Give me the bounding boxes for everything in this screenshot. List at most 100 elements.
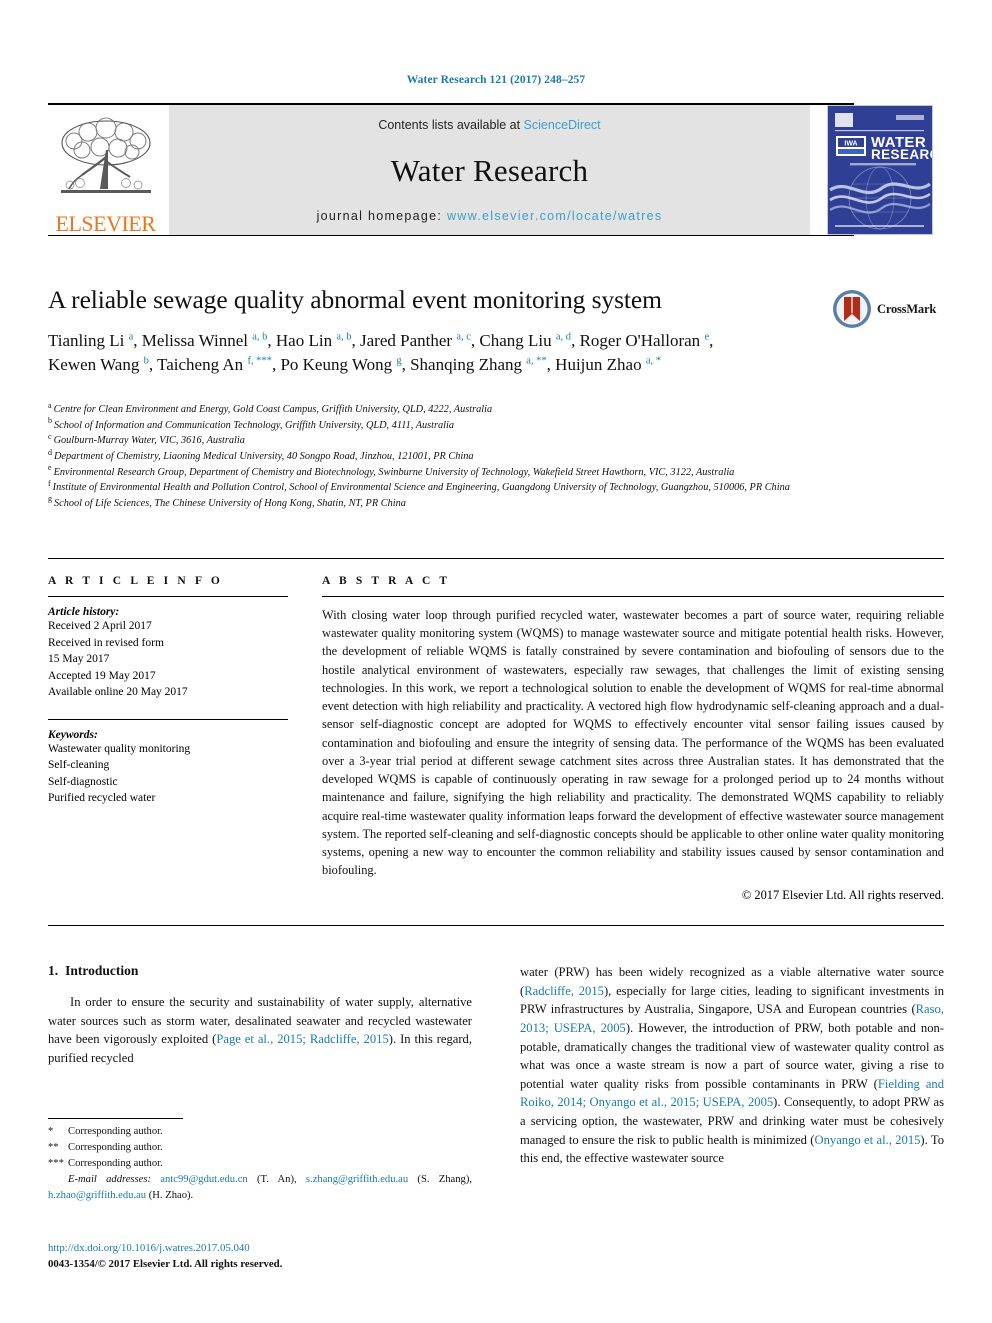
masthead-bottom-rule	[48, 235, 854, 236]
sciencedirect-link[interactable]: ScienceDirect	[524, 118, 601, 132]
affiliation-marker: e	[48, 463, 52, 473]
contents-available-prefix: Contents lists available at	[378, 118, 524, 132]
author-name: Melissa Winnel	[141, 331, 253, 351]
footnote-block: * Corresponding author. ** Corresponding au…	[48, 1124, 472, 1203]
page-title: A reliable sewage quality abnormal event…	[48, 285, 662, 314]
footnote-marker: **	[48, 1141, 59, 1153]
author-name: Taicheng An	[157, 355, 248, 375]
article-history-item: 15 May 2017	[48, 653, 110, 666]
email-address-link[interactable]: antc99@gdut.edu.cn	[160, 1174, 247, 1185]
journal-masthead: ELSEVIER Contents lists available at Sci…	[48, 103, 944, 236]
email-address-link[interactable]: h.zhao@griffith.edu.au	[48, 1190, 146, 1201]
intro-paragraph-left: In order to ensure the security and sust…	[48, 995, 472, 1065]
journal-homepage-prefix: journal homepage:	[316, 209, 447, 223]
contents-available-line: Contents lists available at ScienceDirec…	[378, 118, 600, 132]
citation-link[interactable]: Page et al., 2015; Radcliffe, 2015	[216, 1032, 388, 1046]
keywords-rule	[48, 718, 288, 720]
affiliation-item: c Goulburn-Murray Water, VIC, 3616, Austr…	[48, 431, 245, 447]
crossmark-badge-group[interactable]: CrossMark	[832, 285, 944, 333]
journal-article-page: Water Research 121 (2017) 248–257 ELSEVI…	[0, 0, 992, 1323]
article-history-item: Received 2 April 2017	[48, 620, 152, 632]
keyword-lines: Wastewater quality monitoring Self-cleani…	[48, 741, 288, 807]
author-name: Huijun Zhao	[555, 355, 646, 375]
info-section-top-rule	[48, 558, 944, 559]
author-name: Jared Panther	[360, 331, 457, 351]
journal-title: Water Research	[390, 152, 589, 188]
elsevier-logo: ELSEVIER	[48, 105, 163, 235]
affiliation-item: e Environmental Research Group, Departmen…	[48, 463, 735, 478]
affiliation-marker: c	[48, 431, 52, 441]
article-history-item: Received in revised form	[48, 636, 164, 649]
author-list: Tianling Li a, Melissa Winnel a, b, Hao …	[48, 331, 714, 375]
sciencedirect-banner: Contents lists available at ScienceDirec…	[169, 105, 810, 235]
article-info-heading: A R T I C L E I N F O	[48, 575, 223, 587]
keyword-item: Wastewater quality monitoring	[48, 742, 191, 755]
author-affiliation-marker: b	[143, 355, 149, 367]
footnote-marker: *	[48, 1126, 54, 1137]
author-name: Shanqing Zhang	[410, 355, 527, 375]
affiliation-marker: a	[48, 400, 52, 410]
article-history-label: Article history:	[48, 606, 120, 618]
elsevier-wordmark: ELSEVIER	[55, 211, 156, 236]
citation-link[interactable]: Raso, 2013; USEPA, 2005	[520, 1002, 944, 1035]
section-number: 1.	[48, 963, 59, 978]
author-affiliation-marker: a, *	[645, 355, 661, 367]
author-affiliation-marker: a, d	[555, 331, 572, 343]
email-addresses-note: E-mail addresses: antc99@gdut.edu.cn (T.…	[48, 1173, 472, 1201]
abstract-copyright: © 2017 Elsevier Ltd. All rights reserved…	[741, 887, 944, 902]
affiliation-marker: d	[48, 447, 52, 457]
keyword-item: Purified recycled water	[48, 792, 156, 805]
author-affiliation-marker: f, ***	[247, 355, 272, 367]
keyword-item: Self-cleaning	[48, 759, 110, 772]
crossmark-icon	[833, 290, 871, 328]
footnote-marker: ***	[48, 1157, 64, 1169]
abstract-bottom-rule	[48, 925, 944, 926]
affiliation-marker: f	[48, 478, 51, 488]
abstract-rule	[322, 596, 944, 597]
affiliation-list: a Centre for Clean Environment and Energy…	[48, 400, 878, 511]
citation-link[interactable]: Radcliffe, 2015	[524, 984, 604, 998]
corresponding-author-note: *** Corresponding author.	[48, 1156, 472, 1172]
affiliation-item: b School of Information and Communication…	[48, 416, 455, 431]
journal-homepage-link[interactable]: www.elsevier.com/locate/watres	[447, 209, 662, 223]
journal-cover-image: IWA WATER RESEARCH	[827, 105, 933, 235]
email-addresses-label: E-mail addresses:	[68, 1173, 161, 1185]
author-affiliation-marker: e	[704, 331, 710, 343]
body-column-left: 1. Introduction In order to ensure the se…	[48, 963, 472, 1068]
email-address-link[interactable]: s.zhang@griffith.edu.au	[306, 1174, 408, 1185]
abstract-heading: A B S T R A C T	[322, 575, 451, 587]
keywords-label: Keywords:	[48, 728, 98, 741]
footnote-separator-rule	[48, 1118, 183, 1119]
article-info-rule	[48, 596, 288, 597]
imprint-block: http://dx.doi.org/10.1016/j.watres.2017.…	[48, 1240, 478, 1272]
citation-link[interactable]: Fielding and Roiko, 2014; Onyango et al.…	[520, 1077, 944, 1110]
author-name: Tianling Li	[48, 331, 129, 351]
journal-cover: IWA WATER RESEARCH	[816, 105, 944, 235]
affiliation-item: g School of Life Sciences, The Chinese Un…	[48, 494, 406, 509]
corresponding-author-note: * Corresponding author.	[48, 1124, 472, 1140]
article-info-column: A R T I C L E I N F O Article history: R…	[48, 575, 288, 807]
svg-text:IWA: IWA	[844, 141, 857, 148]
author-affiliation-marker: a, b	[336, 331, 352, 343]
author-name: Po Keung Wong	[280, 355, 397, 375]
doi-link[interactable]: http://dx.doi.org/10.1016/j.watres.2017.…	[48, 1240, 478, 1256]
author-affiliation-marker: a	[128, 331, 134, 343]
author-affiliation-marker: a, **	[526, 355, 547, 367]
body-column-right: water (PRW) has been widely recognized a…	[520, 963, 944, 1168]
title-and-authors: A reliable sewage quality abnormal event…	[48, 285, 944, 377]
abstract-text: With closing water loop through purified…	[322, 608, 944, 878]
keyword-item: Self-diagnostic	[48, 775, 118, 788]
author-affiliation-marker: a, c	[456, 331, 471, 343]
section-label: Introduction	[65, 963, 139, 978]
section-heading-introduction: 1. Introduction	[48, 963, 472, 979]
issn-copyright-line: 0043-1354/© 2017 Elsevier Ltd. All right…	[48, 1258, 283, 1271]
article-history-item: Accepted 19 May 2017	[48, 669, 156, 682]
corresponding-author-note: ** Corresponding author.	[48, 1140, 472, 1156]
author-name: Kewen Wang	[48, 355, 144, 375]
affiliation-item: d Department of Chemistry, Liaoning Medic…	[48, 447, 474, 462]
article-history-lines: Received 2 April 2017 Received in revised…	[48, 618, 288, 701]
elsevier-tree-icon	[60, 117, 151, 193]
author-affiliation-marker: g	[396, 355, 402, 367]
citation-link[interactable]: Onyango et al., 2015	[815, 1133, 921, 1147]
article-history-item: Available online 20 May 2017	[48, 686, 188, 699]
